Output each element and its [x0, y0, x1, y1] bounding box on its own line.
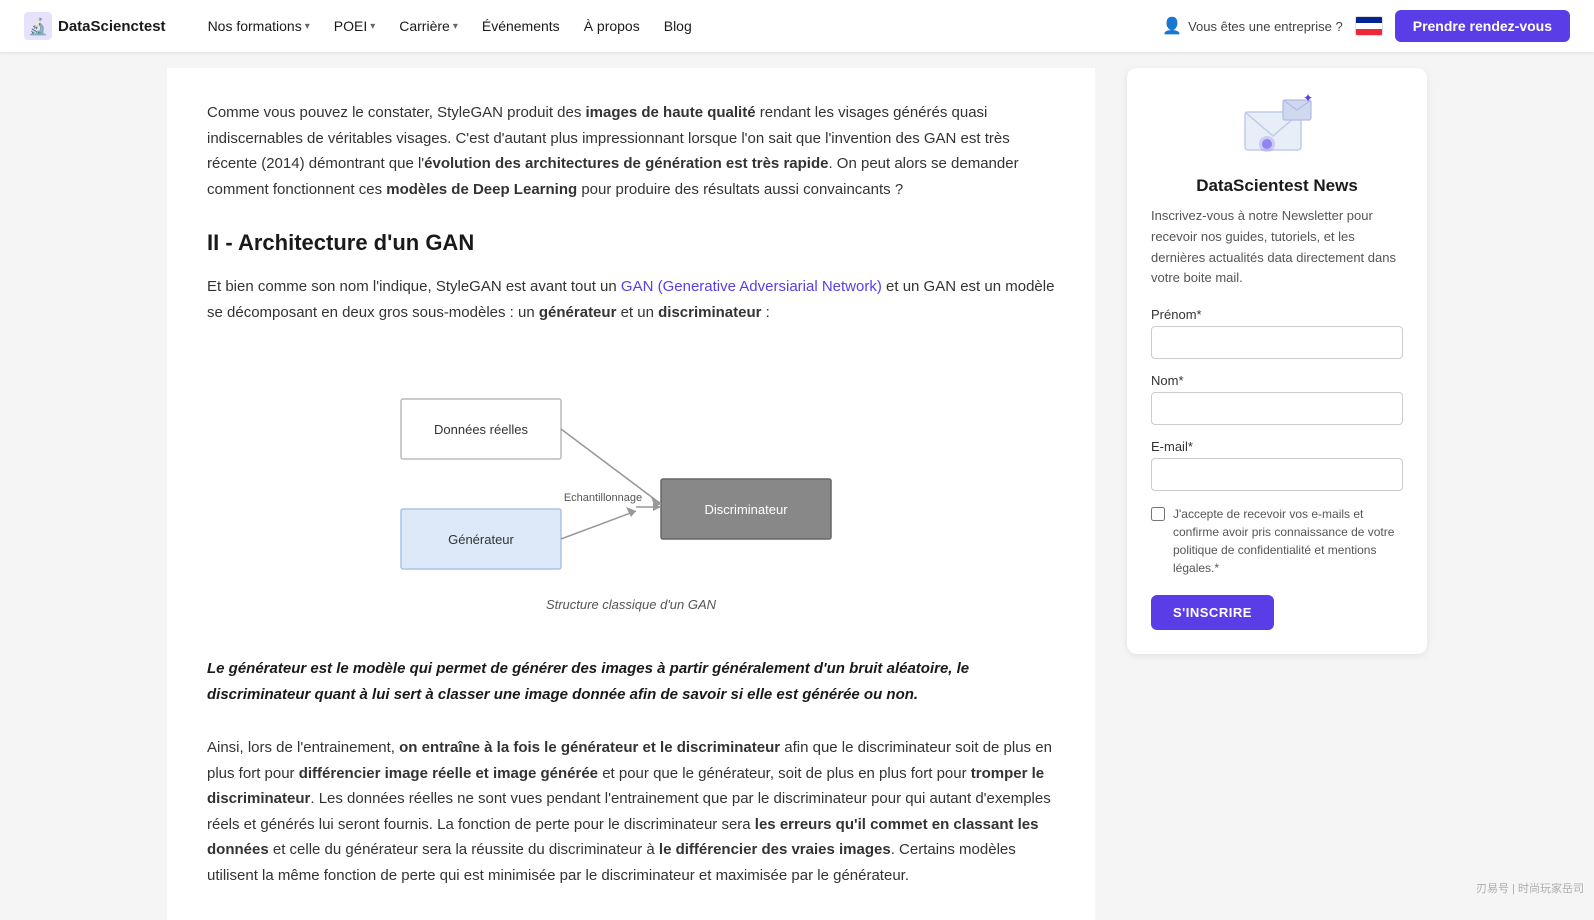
chevron-down-icon: ▾ [453, 21, 458, 32]
svg-text:Générateur: Générateur [448, 532, 514, 547]
enterprise-label: Vous êtes une entreprise ? [1188, 19, 1343, 34]
nav-evenements[interactable]: Événements [472, 12, 570, 40]
newsletter-icon: ✦ [1237, 92, 1317, 162]
bold-evolution: évolution des architectures de génératio… [424, 155, 828, 172]
chevron-down-icon: ▾ [305, 21, 310, 32]
email-input[interactable] [1151, 458, 1403, 491]
prenom-label: Prénom* [1151, 307, 1403, 322]
svg-text:✦: ✦ [1303, 92, 1313, 105]
flag-red [1356, 29, 1382, 35]
watermark: 刃易号 | 时尚玩家岳司 [1476, 880, 1584, 896]
main-content: Comme vous pouvez le constater, StyleGAN… [167, 68, 1095, 920]
bold-deeplearning: modèles de Deep Learning [386, 181, 577, 198]
svg-text:Données réelles: Données réelles [434, 422, 528, 437]
email-group: E-mail* [1151, 439, 1403, 491]
nav-poei[interactable]: POEI ▾ [324, 12, 386, 40]
nav-evenements-label: Événements [482, 18, 560, 34]
svg-text:Echantillonnage: Echantillonnage [564, 492, 642, 504]
consent-checkbox[interactable] [1151, 507, 1165, 521]
logo[interactable]: 🔬 DataScienctest [24, 12, 166, 40]
bold-differencier: différencier image réelle et image génér… [299, 765, 598, 782]
nav-carriere-label: Carrière [399, 18, 450, 34]
bottom-paragraph: Ainsi, lors de l'entrainement, on entraî… [207, 735, 1055, 888]
newsletter-card: ✦ DataScientest News Inscrivez-vous à no… [1127, 68, 1427, 654]
chevron-down-icon: ▾ [370, 21, 375, 32]
bold-images: images de haute qualité [586, 104, 756, 121]
cta-button[interactable]: Prendre rendez-vous [1395, 10, 1570, 42]
navbar-right: 👤 Vous êtes une entreprise ? Prendre ren… [1162, 10, 1570, 42]
nav-apropos[interactable]: À propos [574, 12, 650, 40]
navbar: 🔬 DataScienctest Nos formations ▾ POEI ▾… [0, 0, 1594, 52]
svg-text:Discriminateur: Discriminateur [704, 502, 788, 517]
nav-blog[interactable]: Blog [654, 12, 702, 40]
nav-blog-label: Blog [664, 18, 692, 34]
section-title: II - Architecture d'un GAN [207, 230, 1055, 256]
sidebar-desc: Inscrivez-vous à notre Newsletter pour r… [1151, 206, 1403, 289]
checkbox-label: J'accepte de recevoir vos e-mails et con… [1173, 505, 1403, 577]
gan-link[interactable]: GAN (Generative Adversiarial Network) [621, 278, 882, 295]
bold-entraîne: on entraîne à la fois le générateur et l… [399, 739, 780, 756]
checkbox-group: J'accepte de recevoir vos e-mails et con… [1151, 505, 1403, 577]
logo-icon: 🔬 [24, 12, 52, 40]
nav-formations-label: Nos formations [208, 18, 302, 34]
nav-formations[interactable]: Nos formations ▾ [198, 12, 320, 40]
nav-poei-label: POEI [334, 18, 367, 34]
nav-apropos-label: À propos [584, 18, 640, 34]
nom-group: Nom* [1151, 373, 1403, 425]
bold-erreurs: les erreurs qu'il commet en classant les… [207, 816, 1039, 859]
newsletter-icon-wrap: ✦ [1151, 92, 1403, 162]
diagram-svg-wrap: Données réelles Générateur Discriminateu… [371, 349, 891, 636]
email-label: E-mail* [1151, 439, 1403, 454]
sidebar-title: DataScientest News [1151, 176, 1403, 196]
page-wrapper: Comme vous pouvez le constater, StyleGAN… [147, 0, 1447, 920]
bold-differenciateur: le différencier des vraies images [659, 841, 891, 858]
sidebar: ✦ DataScientest News Inscrivez-vous à no… [1127, 68, 1427, 920]
bold-discriminateur: discriminateur [658, 304, 761, 321]
diagram-caption: Structure classique d'un GAN [546, 597, 716, 612]
prenom-group: Prénom* [1151, 307, 1403, 359]
section-intro: Et bien comme son nom l'indique, StyleGA… [207, 274, 1055, 325]
svg-text:🔬: 🔬 [28, 17, 48, 36]
enterprise-link[interactable]: 👤 Vous êtes une entreprise ? [1162, 16, 1343, 36]
person-icon: 👤 [1162, 16, 1182, 36]
nom-input[interactable] [1151, 392, 1403, 425]
intro-paragraph: Comme vous pouvez le constater, StyleGAN… [207, 100, 1055, 202]
logo-text: DataScienctest [58, 18, 166, 35]
bold-quote: Le générateur est le modèle qui permet d… [207, 656, 1055, 707]
nav-links: Nos formations ▾ POEI ▾ Carrière ▾ Événe… [198, 12, 1163, 40]
gan-diagram: Données réelles Générateur Discriminateu… [371, 349, 891, 589]
submit-button[interactable]: S'INSCRIRE [1151, 595, 1274, 630]
bold-generateur: générateur [539, 304, 617, 321]
diagram-container: Données réelles Générateur Discriminateu… [207, 349, 1055, 636]
nom-label: Nom* [1151, 373, 1403, 388]
nav-carriere[interactable]: Carrière ▾ [389, 12, 468, 40]
prenom-input[interactable] [1151, 326, 1403, 359]
language-flag[interactable] [1355, 16, 1383, 36]
